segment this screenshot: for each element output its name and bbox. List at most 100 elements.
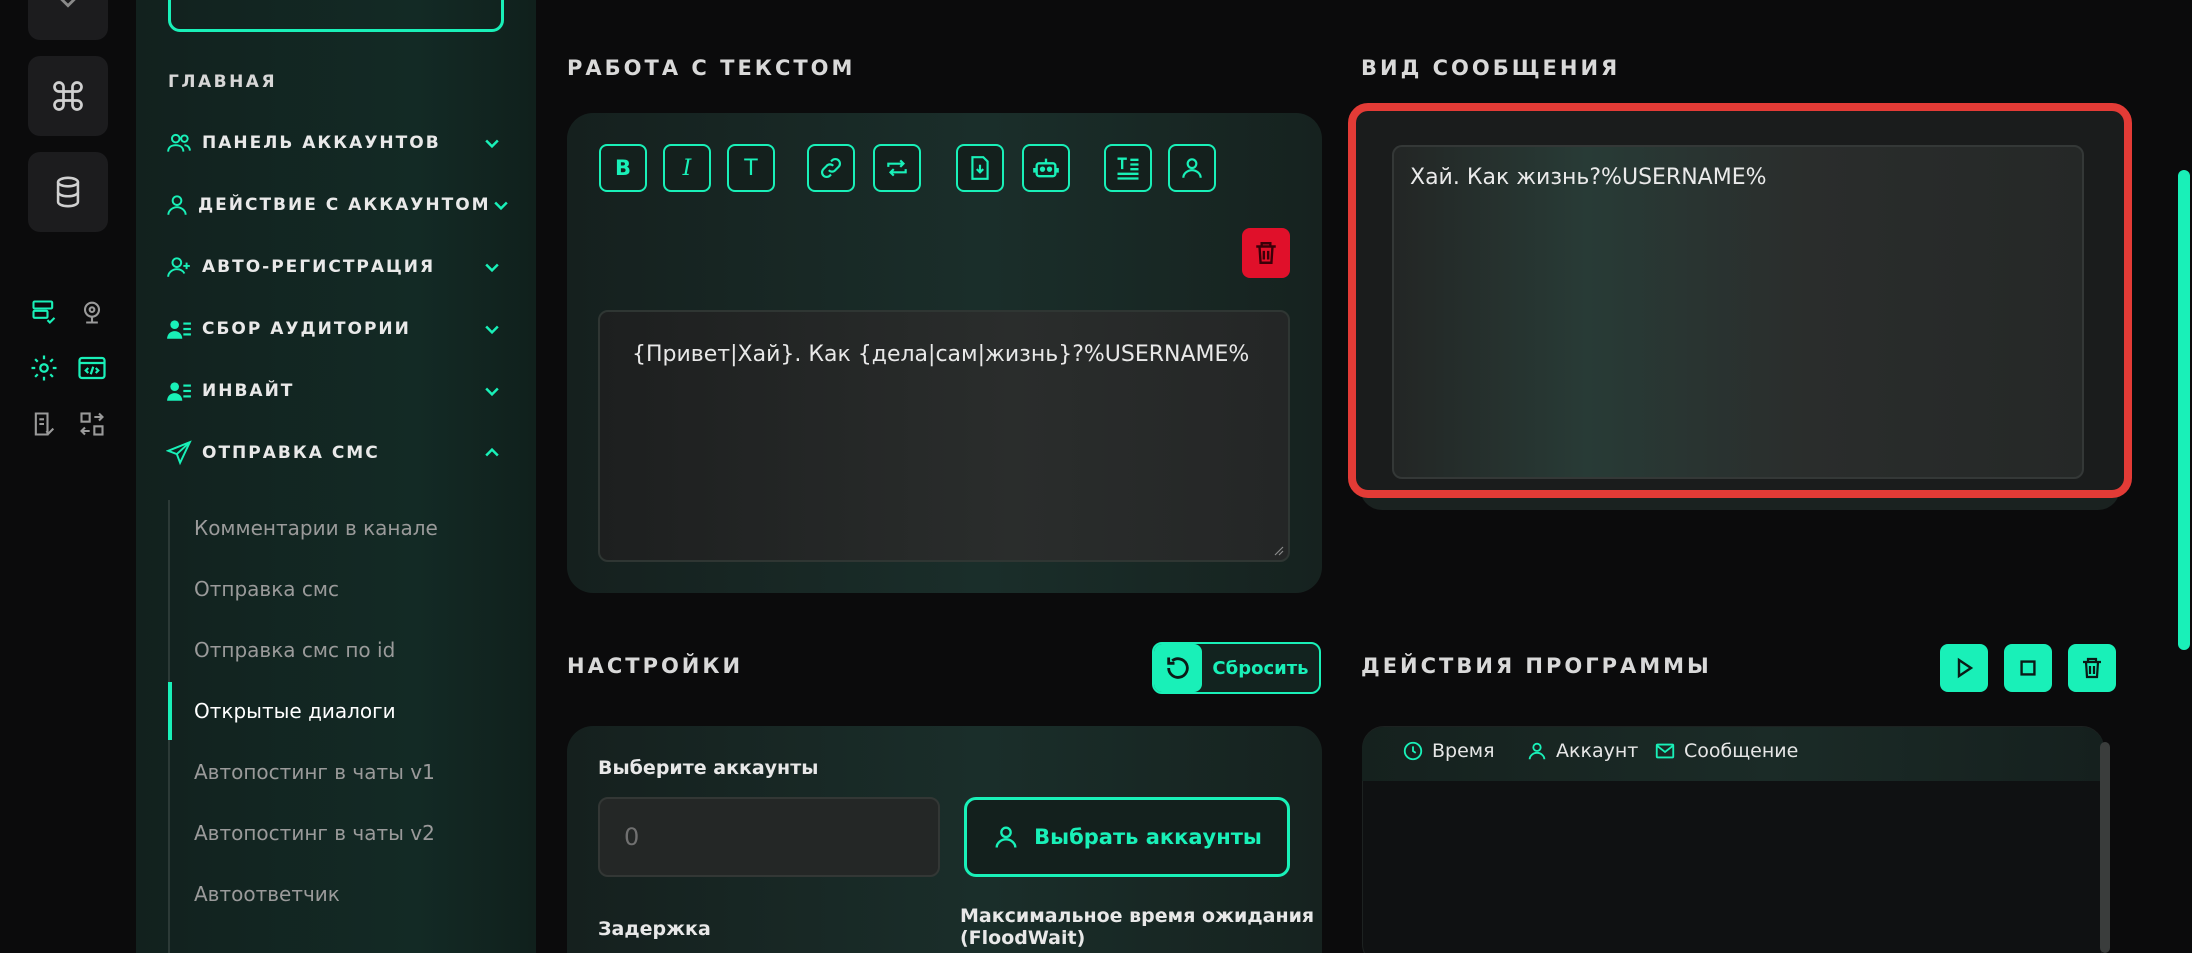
preview-text: Хай. Как жизнь?%USERNAME% — [1410, 165, 1767, 190]
delay-label: Задержка — [598, 918, 711, 940]
play-icon — [1957, 657, 1974, 679]
reset-label: Сбросить — [1212, 657, 1309, 679]
sidebar-item-label: АВТО-РЕГИСТРАЦИЯ — [202, 257, 436, 277]
server-check-icon — [32, 300, 56, 324]
task-dispatcher-button[interactable] — [168, 0, 504, 32]
reset-button[interactable]: Сбросить — [1152, 642, 1321, 694]
clear-log-button[interactable] — [2068, 644, 2116, 692]
code-window-icon — [78, 356, 106, 380]
repeat-icon — [887, 159, 907, 177]
sidebar-item-label: ДЕЙСТВИЕ С АККАУНТОМ — [198, 195, 491, 215]
database-icon — [56, 176, 80, 208]
submenu-item-send-sms[interactable]: Отправка смс — [194, 577, 339, 601]
accounts-count-input[interactable]: 0 — [598, 797, 940, 877]
preview-title: ВИД СООБЩЕНИЯ — [1361, 56, 1621, 80]
document-check-rail-button[interactable] — [28, 408, 60, 440]
mail-icon — [1655, 743, 1675, 759]
user-icon — [164, 190, 190, 220]
submenu-item-open-dialogs[interactable]: Открытые диалоги — [194, 699, 396, 723]
gear-icon — [31, 355, 57, 381]
user-icon — [1182, 158, 1202, 178]
select-accounts-label: Выберите аккаунты — [598, 757, 819, 779]
chevron-down-icon[interactable] — [480, 131, 504, 155]
settings-title: НАСТРОЙКИ — [567, 654, 744, 678]
app-root: ГЛАВНАЯ ПАНЕЛЬ АККАУНТОВ ДЕЙСТВИЕ С АККА… — [0, 0, 2192, 953]
swap-icon — [80, 412, 104, 436]
stop-icon — [2020, 660, 2036, 676]
text-format-icon — [1117, 157, 1139, 180]
bot-button[interactable] — [1022, 144, 1070, 192]
repeat-button[interactable] — [873, 144, 921, 192]
message-template-text: {Привет|Хай}. Как {дела|сам|жизнь}?%USER… — [632, 342, 1250, 367]
user-icon — [995, 826, 1017, 848]
column-header-time[interactable]: Время — [1402, 740, 1495, 762]
column-header-message[interactable]: Сообщение — [1654, 740, 1798, 762]
log-scrollbar[interactable] — [2100, 742, 2110, 953]
submenu-item-autoposting-v1[interactable]: Автопостинг в чаты v1 — [194, 760, 435, 784]
sidebar-item-accounts-panel[interactable]: ПАНЕЛЬ АККАУНТОВ — [164, 123, 504, 163]
sidebar-item-account-action[interactable]: ДЕЙСТВИЕ С АККАУНТОМ — [164, 185, 508, 225]
chevron-down-icon[interactable] — [480, 379, 504, 403]
swap-rail-button[interactable] — [76, 408, 108, 440]
submenu-item-send-sms-by-id[interactable]: Отправка смс по id — [194, 638, 395, 662]
italic-button[interactable]: I — [663, 144, 711, 192]
page-scrollbar[interactable] — [2178, 170, 2190, 650]
document-check-icon — [34, 412, 55, 436]
select-accounts-button[interactable]: Выбрать аккаунты — [964, 797, 1290, 877]
resize-handle-icon[interactable] — [1274, 546, 1284, 556]
file-download-icon — [971, 156, 989, 180]
chevron-down-icon[interactable] — [480, 255, 504, 279]
robot-icon — [1033, 158, 1059, 178]
sidebar-item-auto-registration[interactable]: АВТО-РЕГИСТРАЦИЯ — [164, 247, 504, 287]
stop-button[interactable] — [2004, 644, 2052, 692]
submenu-item-channel-comments[interactable]: Комментарии в канале — [194, 516, 438, 540]
link-button[interactable] — [807, 144, 855, 192]
heart-icon — [60, 0, 76, 8]
command-rail-button[interactable] — [28, 56, 108, 136]
submenu-item-autoposting-v2[interactable]: Автопостинг в чаты v2 — [194, 821, 435, 845]
import-file-button[interactable] — [956, 144, 1004, 192]
reset-icon — [1154, 644, 1202, 692]
user-list-icon — [164, 314, 194, 344]
column-header-account[interactable]: Аккаунт — [1526, 740, 1638, 762]
settings-rail-button[interactable] — [28, 352, 60, 384]
accounts-count-placeholder: 0 — [624, 823, 640, 851]
command-icon — [53, 81, 83, 111]
select-accounts-label: Выбрать аккаунты — [1034, 825, 1262, 849]
message-template-textarea[interactable]: {Привет|Хай}. Как {дела|сам|жизнь}?%USER… — [598, 310, 1290, 562]
trash-icon — [2083, 657, 2101, 679]
webcam-rail-button[interactable] — [76, 296, 108, 328]
sidebar-item-invite[interactable]: ИНВАЙТ — [164, 371, 504, 411]
heart-rail-button[interactable] — [28, 0, 108, 40]
webcam-icon — [83, 301, 101, 324]
user-icon — [1528, 742, 1546, 760]
user-list-icon — [164, 376, 194, 406]
submenu-item-autoresponder[interactable]: Автоответчик — [194, 882, 340, 906]
user-plus-icon — [164, 252, 194, 282]
sidebar-section-title: ГЛАВНАЯ — [168, 72, 278, 92]
link-icon — [821, 158, 841, 178]
bold-button[interactable]: B — [599, 144, 647, 192]
code-window-rail-button[interactable] — [76, 352, 108, 384]
sidebar: ГЛАВНАЯ ПАНЕЛЬ АККАУНТОВ ДЕЙСТВИЕ С АККА… — [136, 0, 536, 953]
text-format-button[interactable] — [1104, 144, 1152, 192]
username-button[interactable] — [1168, 144, 1216, 192]
server-check-rail-button[interactable] — [28, 296, 60, 328]
database-rail-button[interactable] — [28, 152, 108, 232]
sidebar-item-label: ПАНЕЛЬ АККАУНТОВ — [202, 133, 441, 153]
chevron-up-icon[interactable] — [480, 441, 504, 465]
sidebar-item-label: ИНВАЙТ — [202, 381, 295, 401]
delete-text-button[interactable] — [1242, 228, 1290, 278]
chevron-down-icon[interactable] — [491, 193, 511, 217]
sidebar-item-send-sms[interactable]: ОТПРАВКА СМС — [164, 433, 504, 473]
users-icon — [164, 128, 194, 158]
text-work-title: РАБОТА С ТЕКСТОМ — [567, 56, 856, 80]
sidebar-item-audience-collection[interactable]: СБОР АУДИТОРИИ — [164, 309, 504, 349]
chevron-down-icon[interactable] — [480, 317, 504, 341]
clock-icon — [1403, 741, 1423, 761]
sidebar-item-label: ОТПРАВКА СМС — [202, 443, 380, 463]
play-button[interactable] — [1940, 644, 1988, 692]
icon-rail — [0, 0, 136, 953]
submenu-active-indicator — [168, 682, 172, 740]
text-button[interactable]: T — [727, 144, 775, 192]
